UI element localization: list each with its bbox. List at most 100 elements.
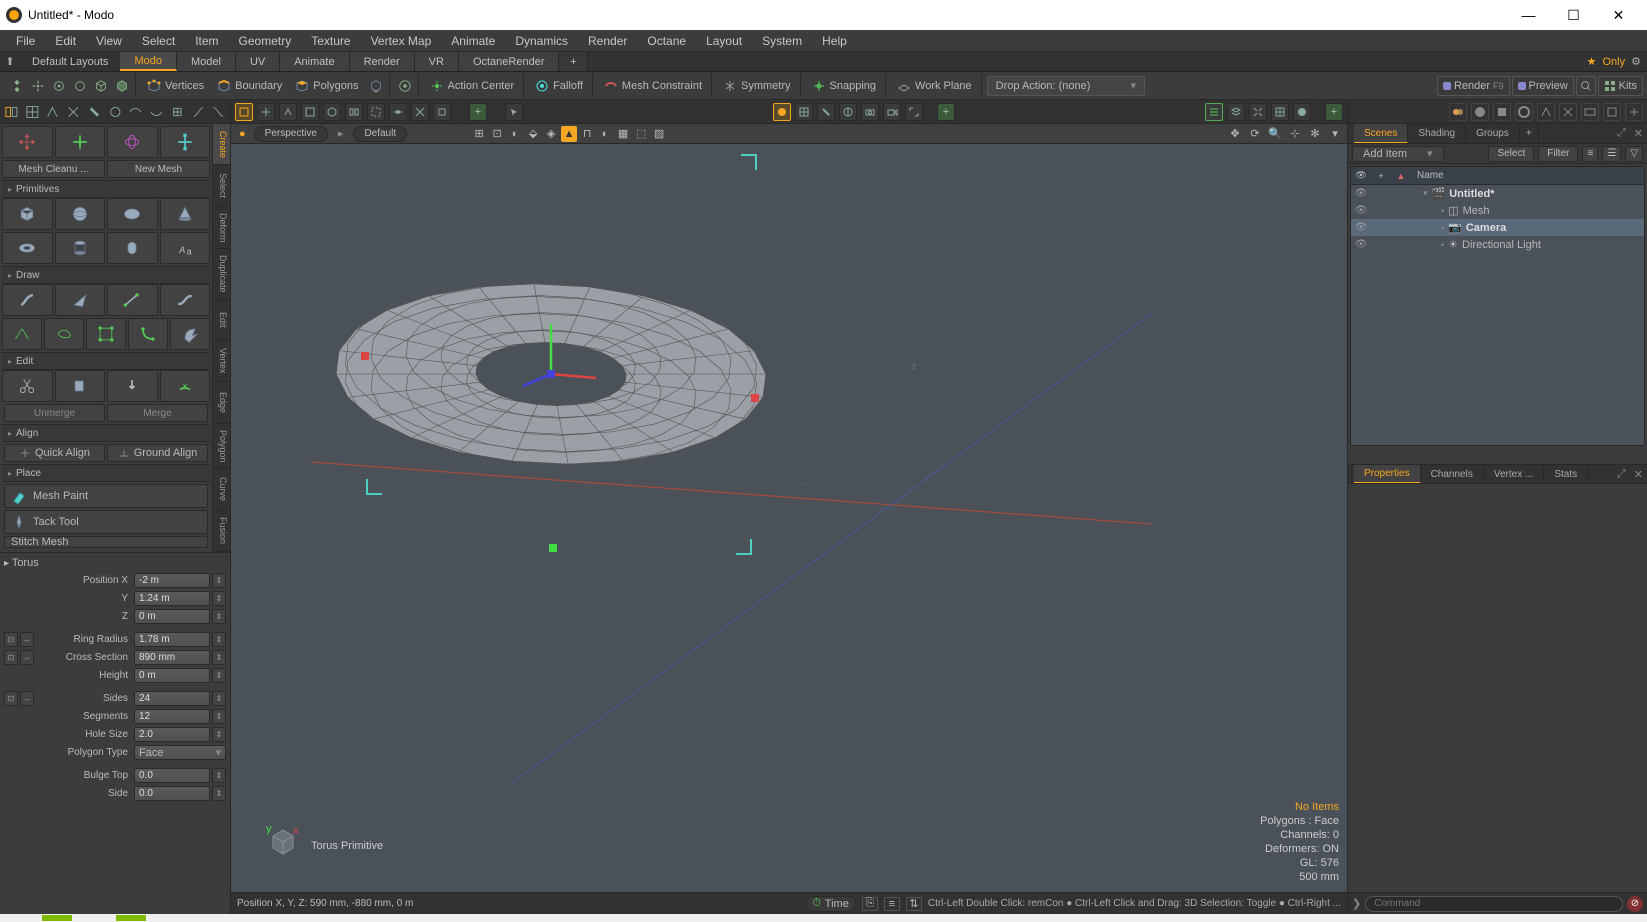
vh-more-icon[interactable]: ▾ xyxy=(1327,126,1343,142)
vp-icon-4[interactable] xyxy=(301,103,319,121)
vp-grid2-icon[interactable] xyxy=(1271,103,1289,121)
move-tool[interactable] xyxy=(55,126,106,158)
cross-section-input[interactable]: 890 mm xyxy=(134,650,210,665)
draw-tool-7[interactable] xyxy=(86,318,126,350)
draw-tool-5[interactable] xyxy=(2,318,42,350)
paste-tool[interactable] xyxy=(107,370,158,402)
boundary-button[interactable]: Boundary xyxy=(211,76,288,96)
r-icon-9[interactable] xyxy=(1625,103,1643,121)
align-header[interactable]: Align xyxy=(2,424,210,442)
side-spinner[interactable]: ⇕ xyxy=(212,786,226,801)
text-primitive[interactable]: Aa xyxy=(160,232,211,264)
cross-section-spinner[interactable]: ⇕ xyxy=(212,650,226,665)
merge-button[interactable]: Merge xyxy=(107,404,208,422)
sides-input[interactable]: 24 xyxy=(134,691,210,706)
ring-radius-lock-icon[interactable]: ⊡ xyxy=(4,632,18,647)
menu-edit[interactable]: Edit xyxy=(45,31,86,51)
vp-icon-r3[interactable] xyxy=(817,103,835,121)
tab-groups[interactable]: Groups xyxy=(1466,124,1520,143)
tab-add-button[interactable]: + xyxy=(559,52,588,71)
tab-octanerender[interactable]: OctaneRender xyxy=(459,52,560,71)
vtab-curve[interactable]: Curve xyxy=(213,469,230,510)
sides-spinner[interactable]: ⇕ xyxy=(212,691,226,706)
vtab-edit[interactable]: Edit xyxy=(213,300,230,341)
tab-scenes[interactable]: Scenes xyxy=(1354,124,1408,143)
new-mesh-button[interactable]: New Mesh xyxy=(107,160,210,178)
sphere-primitive[interactable] xyxy=(55,198,106,230)
tab-uv[interactable]: UV xyxy=(236,52,280,71)
capsule-primitive[interactable] xyxy=(107,232,158,264)
ring-radius-spinner[interactable]: ⇕ xyxy=(212,632,226,647)
tab-add[interactable]: + xyxy=(1520,124,1539,143)
scale-tool[interactable] xyxy=(160,126,211,158)
status-icon-2[interactable]: ≡ xyxy=(884,897,900,911)
center-mode-icon[interactable] xyxy=(49,76,69,96)
search-icon[interactable] xyxy=(1576,76,1596,96)
render-button[interactable]: RenderF9 xyxy=(1437,76,1510,96)
select-button[interactable]: Select xyxy=(1488,146,1534,162)
sides-lock-icon[interactable]: ⊡ xyxy=(4,691,18,706)
action-center-button[interactable]: Action Center xyxy=(424,76,521,96)
vtab-duplicate[interactable]: Duplicate xyxy=(213,249,230,300)
vh-icon-9[interactable]: ▦ xyxy=(615,126,631,142)
mesh-paint-button[interactable]: Mesh Paint xyxy=(4,484,208,508)
tree-item[interactable]: 👁 • 📷 Camera xyxy=(1351,219,1644,236)
r-icon-6[interactable] xyxy=(1559,103,1577,121)
tab-properties[interactable]: Properties xyxy=(1354,465,1421,483)
items-mode-icon[interactable] xyxy=(7,76,27,96)
menu-animate[interactable]: Animate xyxy=(441,31,505,51)
menu-dynamics[interactable]: Dynamics xyxy=(505,31,578,51)
vh-gear-icon[interactable]: ✻ xyxy=(1307,126,1323,142)
command-clear-icon[interactable]: ⊘ xyxy=(1627,896,1643,912)
material-mode-icon[interactable] xyxy=(112,76,132,96)
draw-tool-8[interactable] xyxy=(128,318,168,350)
pivot-mode-icon[interactable] xyxy=(28,76,48,96)
prop-expand-icon[interactable]: ⤢ xyxy=(1613,468,1630,481)
vh-icon-2[interactable]: ⊡ xyxy=(489,126,505,142)
vtab-fusion[interactable]: Fusion xyxy=(213,511,230,552)
vh-icon-3[interactable]: ◐ xyxy=(507,126,523,142)
mesh-constraint-button[interactable]: Mesh Constraint xyxy=(598,76,708,96)
vp-plus2-icon[interactable]: + xyxy=(937,103,955,121)
left-icon-1[interactable] xyxy=(4,104,19,120)
vtab-select[interactable]: Select xyxy=(213,165,230,206)
menu-item[interactable]: Item xyxy=(185,31,228,51)
prop-close-icon[interactable]: ✕ xyxy=(1630,468,1647,481)
time-button[interactable]: ⏱Time xyxy=(805,896,856,912)
menu-render[interactable]: Render xyxy=(578,31,637,51)
menu-view[interactable]: View xyxy=(86,31,132,51)
preview-button[interactable]: Preview xyxy=(1512,76,1574,96)
bulge-top-input[interactable]: 0.0 xyxy=(134,768,210,783)
position-z-input[interactable]: 0 m xyxy=(134,609,210,624)
draw-header[interactable]: Draw xyxy=(2,266,210,284)
constraint-icon[interactable] xyxy=(395,76,415,96)
vp-plus-icon[interactable]: + xyxy=(469,103,487,121)
position-z-spinner[interactable]: ⇕ xyxy=(212,609,226,624)
r-icon-1[interactable] xyxy=(1449,103,1467,121)
vp-icon-5[interactable] xyxy=(323,103,341,121)
sides-link-icon[interactable]: ↔ xyxy=(20,691,34,706)
tab-vr[interactable]: VR xyxy=(415,52,459,71)
workplane-button[interactable]: Work Plane xyxy=(891,76,978,96)
cylinder-primitive[interactable] xyxy=(55,232,106,264)
vtab-vertex[interactable]: Vertex xyxy=(213,341,230,382)
command-input[interactable] xyxy=(1365,896,1623,912)
draw-tool-2[interactable] xyxy=(55,284,106,316)
funnel-icon[interactable]: ▽ xyxy=(1625,146,1643,162)
vh-icon-8[interactable]: ◐ xyxy=(597,126,613,142)
tree-item[interactable]: 👁 • ☀ Directional Light xyxy=(1351,236,1644,253)
filter-button[interactable]: Filter xyxy=(1538,146,1578,162)
edit-header[interactable]: Edit xyxy=(2,352,210,370)
draw-tool-3[interactable] xyxy=(107,284,158,316)
r-icon-2[interactable] xyxy=(1471,103,1489,121)
vh-frame-icon[interactable]: ⊹ xyxy=(1287,126,1303,142)
menu-texture[interactable]: Texture xyxy=(301,31,360,51)
vp-icon-8[interactable] xyxy=(389,103,407,121)
vp-pointer-icon[interactable] xyxy=(505,103,523,121)
vtab-create[interactable]: Create xyxy=(213,124,230,165)
ground-align-button[interactable]: Ground Align xyxy=(107,444,208,462)
transform-tool[interactable] xyxy=(2,126,53,158)
tack-tool-button[interactable]: Tack Tool xyxy=(4,510,208,534)
vh-pan-icon[interactable]: ✥ xyxy=(1227,126,1243,142)
pin-icon[interactable]: ⬆ xyxy=(0,55,20,68)
